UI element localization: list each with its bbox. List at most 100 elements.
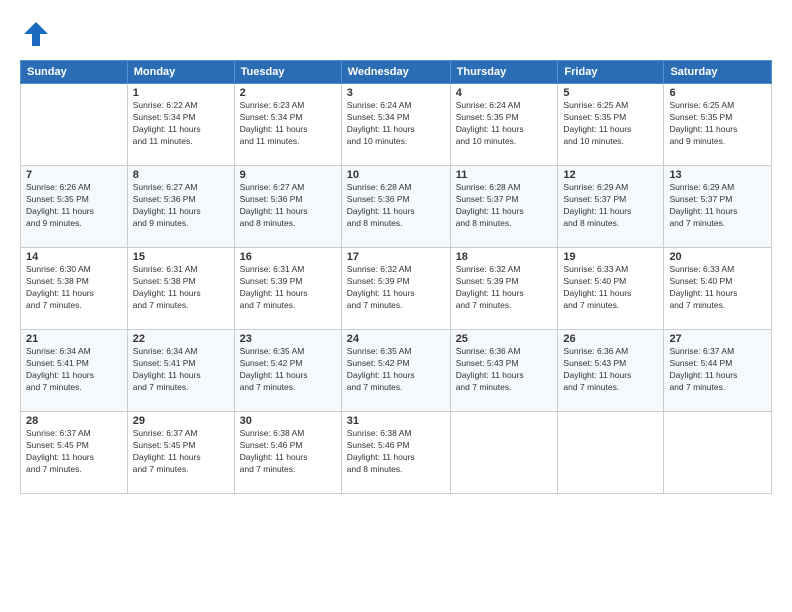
day-number: 13	[669, 169, 766, 181]
day-info: Sunrise: 6:37 AM Sunset: 5:44 PM Dayligh…	[669, 346, 766, 394]
day-info: Sunrise: 6:29 AM Sunset: 5:37 PM Dayligh…	[669, 182, 766, 230]
calendar-cell: 16Sunrise: 6:31 AM Sunset: 5:39 PM Dayli…	[234, 248, 341, 330]
day-number: 15	[133, 251, 229, 263]
calendar-cell: 3Sunrise: 6:24 AM Sunset: 5:34 PM Daylig…	[341, 84, 450, 166]
calendar-cell: 14Sunrise: 6:30 AM Sunset: 5:38 PM Dayli…	[21, 248, 128, 330]
day-number: 8	[133, 169, 229, 181]
day-number: 5	[563, 87, 658, 99]
day-number: 3	[347, 87, 445, 99]
day-info: Sunrise: 6:31 AM Sunset: 5:38 PM Dayligh…	[133, 264, 229, 312]
day-info: Sunrise: 6:28 AM Sunset: 5:37 PM Dayligh…	[456, 182, 553, 230]
weekday-header-row: SundayMondayTuesdayWednesdayThursdayFrid…	[21, 61, 772, 84]
day-info: Sunrise: 6:32 AM Sunset: 5:39 PM Dayligh…	[456, 264, 553, 312]
day-number: 20	[669, 251, 766, 263]
day-number: 23	[240, 333, 336, 345]
calendar-cell: 12Sunrise: 6:29 AM Sunset: 5:37 PM Dayli…	[558, 166, 664, 248]
day-info: Sunrise: 6:38 AM Sunset: 5:46 PM Dayligh…	[240, 428, 336, 476]
day-number: 27	[669, 333, 766, 345]
day-number: 31	[347, 415, 445, 427]
calendar-cell	[21, 84, 128, 166]
day-number: 28	[26, 415, 122, 427]
calendar-cell: 15Sunrise: 6:31 AM Sunset: 5:38 PM Dayli…	[127, 248, 234, 330]
day-number: 30	[240, 415, 336, 427]
day-number: 6	[669, 87, 766, 99]
day-number: 11	[456, 169, 553, 181]
calendar-cell: 18Sunrise: 6:32 AM Sunset: 5:39 PM Dayli…	[450, 248, 558, 330]
calendar-cell: 26Sunrise: 6:36 AM Sunset: 5:43 PM Dayli…	[558, 330, 664, 412]
day-info: Sunrise: 6:28 AM Sunset: 5:36 PM Dayligh…	[347, 182, 445, 230]
calendar-cell	[450, 412, 558, 494]
day-info: Sunrise: 6:33 AM Sunset: 5:40 PM Dayligh…	[563, 264, 658, 312]
day-info: Sunrise: 6:24 AM Sunset: 5:35 PM Dayligh…	[456, 100, 553, 148]
day-info: Sunrise: 6:32 AM Sunset: 5:39 PM Dayligh…	[347, 264, 445, 312]
weekday-header-saturday: Saturday	[664, 61, 772, 84]
calendar-cell: 1Sunrise: 6:22 AM Sunset: 5:34 PM Daylig…	[127, 84, 234, 166]
day-info: Sunrise: 6:37 AM Sunset: 5:45 PM Dayligh…	[26, 428, 122, 476]
calendar-cell: 4Sunrise: 6:24 AM Sunset: 5:35 PM Daylig…	[450, 84, 558, 166]
calendar-week-0: 1Sunrise: 6:22 AM Sunset: 5:34 PM Daylig…	[21, 84, 772, 166]
day-info: Sunrise: 6:33 AM Sunset: 5:40 PM Dayligh…	[669, 264, 766, 312]
calendar-cell: 17Sunrise: 6:32 AM Sunset: 5:39 PM Dayli…	[341, 248, 450, 330]
day-number: 12	[563, 169, 658, 181]
day-info: Sunrise: 6:30 AM Sunset: 5:38 PM Dayligh…	[26, 264, 122, 312]
day-number: 16	[240, 251, 336, 263]
calendar-cell: 29Sunrise: 6:37 AM Sunset: 5:45 PM Dayli…	[127, 412, 234, 494]
day-number: 2	[240, 87, 336, 99]
day-info: Sunrise: 6:26 AM Sunset: 5:35 PM Dayligh…	[26, 182, 122, 230]
day-number: 24	[347, 333, 445, 345]
weekday-header-sunday: Sunday	[21, 61, 128, 84]
calendar-cell: 28Sunrise: 6:37 AM Sunset: 5:45 PM Dayli…	[21, 412, 128, 494]
calendar-cell: 5Sunrise: 6:25 AM Sunset: 5:35 PM Daylig…	[558, 84, 664, 166]
day-number: 29	[133, 415, 229, 427]
day-info: Sunrise: 6:24 AM Sunset: 5:34 PM Dayligh…	[347, 100, 445, 148]
day-info: Sunrise: 6:36 AM Sunset: 5:43 PM Dayligh…	[456, 346, 553, 394]
calendar-cell	[664, 412, 772, 494]
day-number: 18	[456, 251, 553, 263]
calendar-cell: 22Sunrise: 6:34 AM Sunset: 5:41 PM Dayli…	[127, 330, 234, 412]
calendar-cell: 13Sunrise: 6:29 AM Sunset: 5:37 PM Dayli…	[664, 166, 772, 248]
day-info: Sunrise: 6:25 AM Sunset: 5:35 PM Dayligh…	[669, 100, 766, 148]
day-info: Sunrise: 6:35 AM Sunset: 5:42 PM Dayligh…	[240, 346, 336, 394]
header	[20, 18, 772, 50]
day-info: Sunrise: 6:34 AM Sunset: 5:41 PM Dayligh…	[26, 346, 122, 394]
day-number: 21	[26, 333, 122, 345]
calendar-cell: 21Sunrise: 6:34 AM Sunset: 5:41 PM Dayli…	[21, 330, 128, 412]
weekday-header-friday: Friday	[558, 61, 664, 84]
weekday-header-thursday: Thursday	[450, 61, 558, 84]
logo	[20, 18, 56, 50]
day-info: Sunrise: 6:37 AM Sunset: 5:45 PM Dayligh…	[133, 428, 229, 476]
day-number: 10	[347, 169, 445, 181]
day-info: Sunrise: 6:22 AM Sunset: 5:34 PM Dayligh…	[133, 100, 229, 148]
day-number: 4	[456, 87, 553, 99]
calendar-week-4: 28Sunrise: 6:37 AM Sunset: 5:45 PM Dayli…	[21, 412, 772, 494]
weekday-header-monday: Monday	[127, 61, 234, 84]
calendar-cell: 24Sunrise: 6:35 AM Sunset: 5:42 PM Dayli…	[341, 330, 450, 412]
calendar-table: SundayMondayTuesdayWednesdayThursdayFrid…	[20, 60, 772, 494]
calendar-cell: 31Sunrise: 6:38 AM Sunset: 5:46 PM Dayli…	[341, 412, 450, 494]
day-info: Sunrise: 6:34 AM Sunset: 5:41 PM Dayligh…	[133, 346, 229, 394]
calendar-cell: 8Sunrise: 6:27 AM Sunset: 5:36 PM Daylig…	[127, 166, 234, 248]
day-info: Sunrise: 6:38 AM Sunset: 5:46 PM Dayligh…	[347, 428, 445, 476]
calendar-cell: 27Sunrise: 6:37 AM Sunset: 5:44 PM Dayli…	[664, 330, 772, 412]
calendar-cell: 9Sunrise: 6:27 AM Sunset: 5:36 PM Daylig…	[234, 166, 341, 248]
day-number: 17	[347, 251, 445, 263]
calendar-week-1: 7Sunrise: 6:26 AM Sunset: 5:35 PM Daylig…	[21, 166, 772, 248]
day-info: Sunrise: 6:29 AM Sunset: 5:37 PM Dayligh…	[563, 182, 658, 230]
calendar-week-2: 14Sunrise: 6:30 AM Sunset: 5:38 PM Dayli…	[21, 248, 772, 330]
day-number: 25	[456, 333, 553, 345]
calendar-cell: 23Sunrise: 6:35 AM Sunset: 5:42 PM Dayli…	[234, 330, 341, 412]
day-info: Sunrise: 6:35 AM Sunset: 5:42 PM Dayligh…	[347, 346, 445, 394]
logo-icon	[20, 18, 52, 50]
calendar-cell	[558, 412, 664, 494]
day-info: Sunrise: 6:27 AM Sunset: 5:36 PM Dayligh…	[133, 182, 229, 230]
weekday-header-tuesday: Tuesday	[234, 61, 341, 84]
day-number: 19	[563, 251, 658, 263]
calendar-cell: 19Sunrise: 6:33 AM Sunset: 5:40 PM Dayli…	[558, 248, 664, 330]
calendar-cell: 10Sunrise: 6:28 AM Sunset: 5:36 PM Dayli…	[341, 166, 450, 248]
day-info: Sunrise: 6:36 AM Sunset: 5:43 PM Dayligh…	[563, 346, 658, 394]
calendar-cell: 30Sunrise: 6:38 AM Sunset: 5:46 PM Dayli…	[234, 412, 341, 494]
weekday-header-wednesday: Wednesday	[341, 61, 450, 84]
day-number: 14	[26, 251, 122, 263]
day-info: Sunrise: 6:25 AM Sunset: 5:35 PM Dayligh…	[563, 100, 658, 148]
day-number: 1	[133, 87, 229, 99]
